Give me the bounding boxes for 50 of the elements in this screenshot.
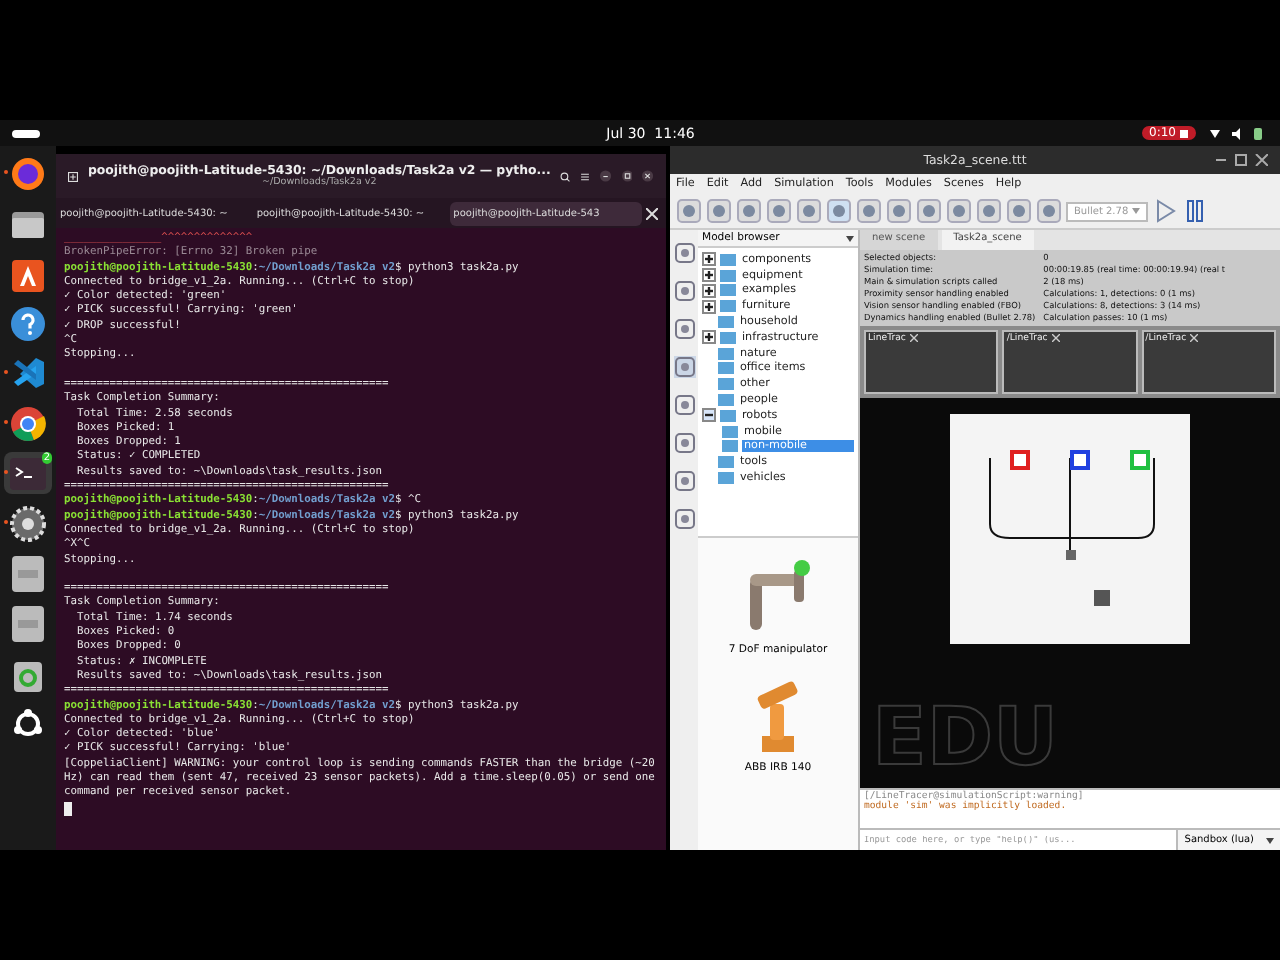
toolbar-tool-icon[interactable] (766, 198, 792, 224)
window-controls-icon[interactable] (1216, 154, 1268, 166)
sidebar-tool-icon[interactable] (673, 508, 695, 530)
caret-icon[interactable] (846, 235, 854, 241)
play-icon[interactable] (1151, 198, 1178, 224)
toolbar-tool-icon[interactable] (736, 198, 762, 224)
toolbar-tool-icon[interactable] (826, 198, 852, 224)
store-icon[interactable] (12, 255, 44, 291)
close-icon[interactable] (1051, 334, 1060, 342)
close-icon[interactable] (642, 166, 654, 186)
sidebar-tool-icon[interactable] (673, 432, 695, 454)
close-tab-icon[interactable] (645, 207, 658, 219)
expander-icon[interactable] (702, 330, 716, 345)
expander-icon[interactable] (702, 283, 716, 298)
toolbar-tool-icon[interactable] (856, 198, 882, 224)
search-icon[interactable] (560, 167, 571, 185)
toolbar-tool-icon[interactable] (946, 198, 972, 224)
expander-icon[interactable] (702, 408, 716, 423)
sidebar-tool-icon[interactable] (673, 394, 695, 416)
scene-view[interactable] (860, 250, 1280, 788)
pause-icon[interactable] (1181, 198, 1208, 224)
expander-icon[interactable] (702, 252, 716, 267)
sidebar-tool-icon[interactable] (673, 356, 695, 378)
text-cursor (64, 801, 72, 816)
drive-icon[interactable] (12, 605, 44, 641)
toolbar-tool-icon[interactable] (796, 198, 822, 224)
minimize-icon[interactable] (600, 166, 612, 186)
drive-icon[interactable] (12, 555, 44, 591)
toolbar-tool-icon[interactable] (976, 198, 1002, 224)
code-editor-icon[interactable] (11, 356, 45, 390)
system-tray-icon[interactable] (1208, 125, 1268, 141)
ubuntu-logo-icon[interactable] (12, 707, 44, 739)
toolbar-tool-icon[interactable] (676, 198, 702, 224)
toolbar-tool-icon[interactable] (1006, 198, 1032, 224)
caret-icon[interactable] (1266, 837, 1274, 843)
new-tab-icon[interactable] (68, 167, 78, 185)
toolbar-tool-icon[interactable] (886, 198, 912, 224)
expander-icon[interactable] (702, 268, 716, 283)
sidebar-tool-icon[interactable] (673, 280, 695, 302)
activities-indicator[interactable] (12, 129, 40, 137)
toolbar-tool-icon[interactable] (1036, 198, 1062, 224)
toolbar-tool-icon[interactable] (706, 198, 732, 224)
close-icon[interactable] (909, 334, 918, 342)
sidebar-tool-icon[interactable] (673, 242, 695, 264)
sidebar-tool-icon[interactable] (673, 318, 695, 340)
toolbar-tool-icon[interactable] (916, 198, 942, 224)
close-icon[interactable] (1190, 334, 1199, 342)
sidebar-tool-icon[interactable] (673, 470, 695, 492)
maximize-icon[interactable] (621, 166, 633, 186)
expander-icon[interactable] (702, 299, 716, 314)
